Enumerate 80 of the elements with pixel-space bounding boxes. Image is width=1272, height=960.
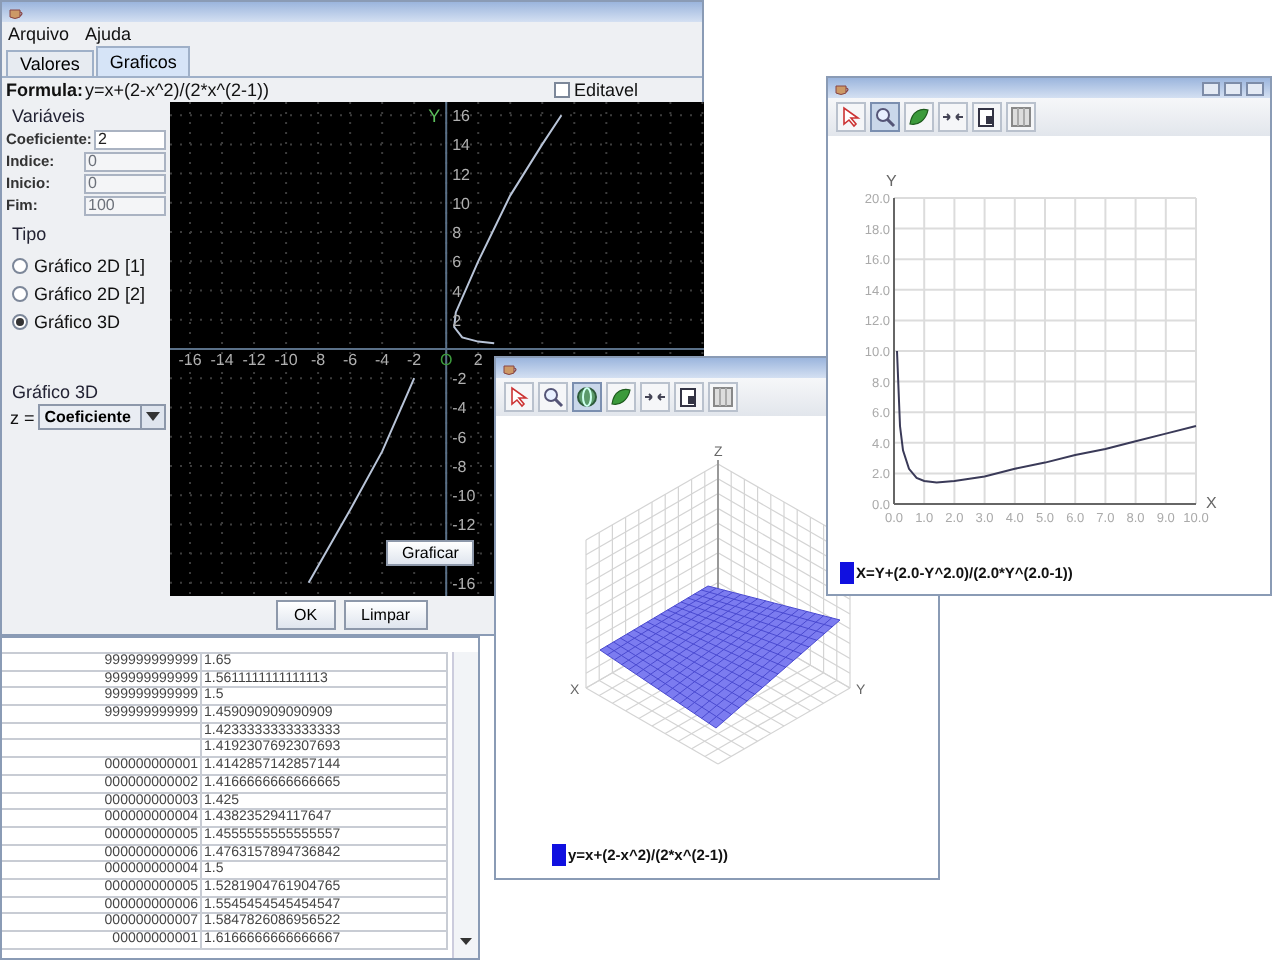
app-icon (834, 80, 850, 96)
grid-icon (712, 386, 734, 408)
field-label: z = (10, 407, 35, 427)
group-title: Variáveis (10, 104, 87, 128)
leaf-icon (610, 386, 632, 408)
down-arrow-icon (456, 932, 476, 950)
tick-label: 8 (452, 224, 462, 243)
radio-label: Gráfico 2D [1] (34, 256, 146, 276)
legend-swatch (840, 561, 854, 583)
radio-label: Gráfico 3D (34, 312, 121, 332)
tick-label: 10 (452, 194, 470, 213)
tick-label: -4 (375, 351, 390, 369)
maximize-button[interactable] (1224, 81, 1242, 95)
formula-text: y=x+(2-x^2)/(2*x^(2-1)) (85, 80, 269, 100)
cursor-icon (508, 386, 530, 408)
tick-label: 16 (452, 107, 470, 126)
tick-label: -6 (452, 428, 467, 447)
search-icon (542, 386, 564, 408)
toolbar-button[interactable] (640, 382, 670, 412)
formula-label: Formula: (6, 80, 84, 100)
dialog-button[interactable]: Limpar (343, 600, 428, 630)
tab[interactable]: Valores (6, 50, 94, 76)
tick-label: -16 (452, 574, 476, 593)
toolbar-button[interactable] (538, 382, 568, 412)
tab[interactable]: Graficos (95, 46, 191, 76)
toolbar-button[interactable] (572, 382, 602, 412)
app-icon (502, 360, 518, 376)
tick-label: -14 (210, 351, 234, 369)
tick-label: -16 (178, 351, 202, 369)
menu-item[interactable]: Arquivo (8, 24, 70, 44)
tick-label: 2 (473, 351, 483, 369)
checkbox-label: Editavel (573, 80, 638, 100)
toolbar-button[interactable] (938, 102, 968, 132)
tick-label: 12 (452, 165, 470, 184)
document-icon (976, 106, 998, 128)
minimize-button[interactable] (1202, 81, 1220, 95)
plot-button[interactable]: Graficar (386, 540, 475, 566)
axis-label: Y (886, 172, 897, 190)
tick-label: -12 (452, 516, 476, 535)
scrollbar[interactable] (452, 652, 478, 958)
grid-icon (1010, 106, 1032, 128)
tick-label: -6 (343, 351, 358, 369)
dialog-button[interactable]: OK (275, 600, 336, 630)
tick-label: 6 (452, 253, 462, 272)
caret-icon (146, 412, 160, 422)
toolbar-button[interactable] (606, 382, 636, 412)
leaf-icon (908, 106, 930, 128)
toolbar-button[interactable] (904, 102, 934, 132)
tick-label: -8 (311, 351, 326, 369)
legend-swatch (552, 843, 566, 865)
toolbar-button[interactable] (674, 382, 704, 412)
tick-label: -8 (452, 457, 467, 476)
menu-item[interactable]: Ajuda (85, 24, 132, 44)
input-field[interactable]: 2 (93, 129, 166, 149)
tick-label: -10 (274, 351, 298, 369)
tick-label: -10 (452, 487, 476, 506)
tick-label: 4 (452, 282, 462, 301)
cursor-icon (840, 106, 862, 128)
document-icon (678, 386, 700, 408)
app-icon (8, 4, 24, 20)
tick-label: -2 (407, 351, 422, 369)
radio-button[interactable] (12, 286, 28, 302)
toolbar-button[interactable] (870, 102, 900, 132)
tick-label: -2 (452, 370, 467, 389)
close-button[interactable] (1246, 81, 1264, 95)
group-title: Gráfico 3D (10, 380, 101, 404)
dropdown[interactable]: Coeficiente (38, 404, 166, 430)
group-title: Tipo (10, 222, 49, 246)
radio-button[interactable] (12, 314, 28, 330)
axis-label: Y (428, 106, 441, 126)
axis-label: X (1206, 494, 1217, 512)
editable-checkbox[interactable] (553, 82, 570, 98)
tick-label: 14 (452, 136, 470, 155)
tick-label: -12 (242, 351, 266, 369)
radio-button[interactable] (12, 258, 28, 274)
toolbar-button[interactable] (972, 102, 1002, 132)
search-icon (874, 106, 896, 128)
tick-label: -4 (452, 399, 467, 418)
radio-label: Gráfico 2D [2] (34, 284, 146, 304)
globe-icon (576, 386, 598, 408)
